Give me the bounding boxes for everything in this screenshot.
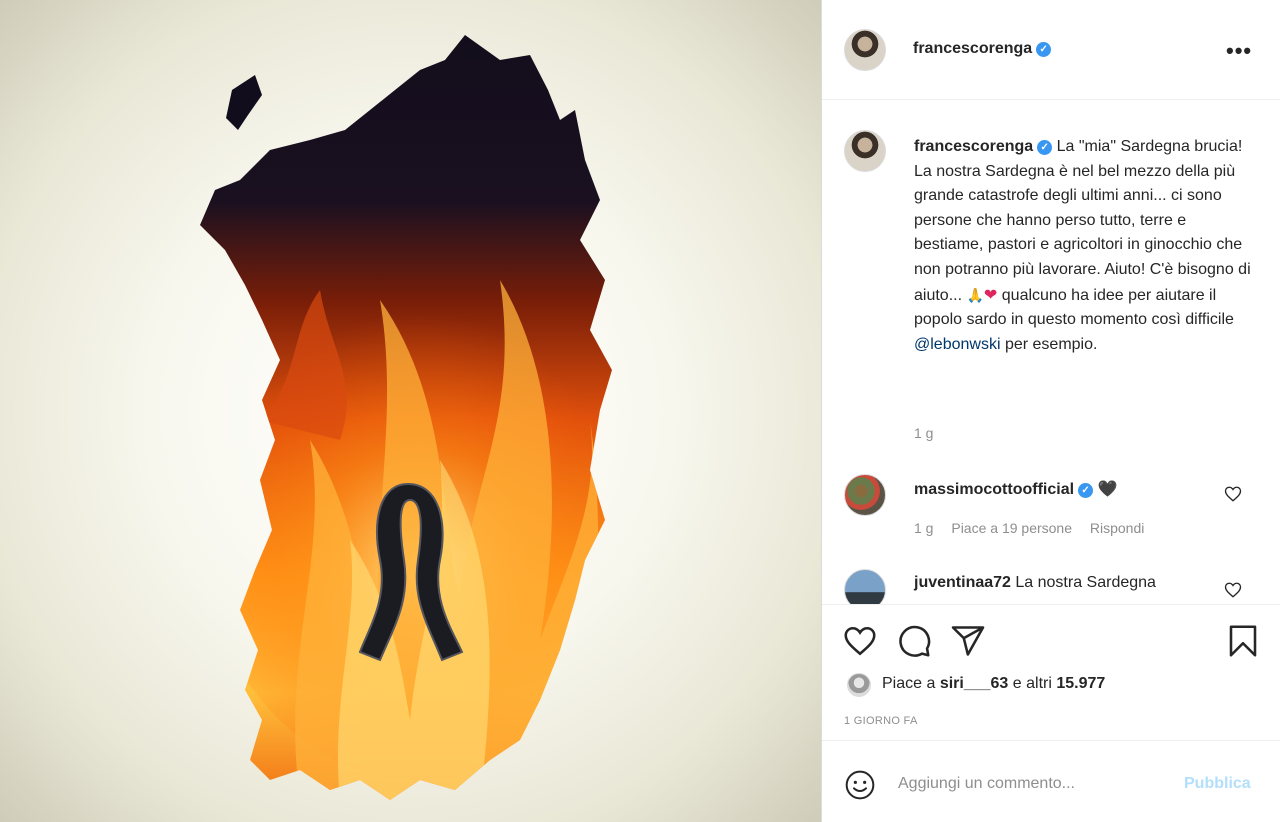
post-header: francescorenga ✓ ••• <box>822 0 1280 100</box>
comment-bubble-icon[interactable] <box>896 623 932 659</box>
comments-area: francescorenga ✓ La "mia" Sardegna brucia… <box>822 101 1280 604</box>
comment-text: 🖤 <box>1097 481 1118 498</box>
red-heart-icon: ❤ <box>983 286 998 304</box>
comment-username[interactable]: massimocottoofficial ✓ <box>914 481 1094 498</box>
post-actions: Piace a siri___63 e altri 15.977 1 GIORN… <box>822 604 1280 740</box>
author-avatar[interactable] <box>844 29 886 71</box>
liker-username: siri___63 <box>939 675 1009 692</box>
like-heart-icon[interactable] <box>842 623 878 659</box>
sardinia-fire-illustration <box>200 35 612 800</box>
caption-text-1: La "mia" Sardegna brucia! La nostra Sard… <box>914 138 1251 304</box>
comment-like-heart-icon[interactable] <box>1224 485 1242 503</box>
emoji-smiley-icon[interactable] <box>844 769 876 801</box>
comment-username[interactable]: juventinaa72 <box>914 574 1011 591</box>
post-sidebar: francescorenga ✓ ••• francescorenga ✓ La "… <box>821 0 1280 822</box>
add-comment-bar: Pubblica <box>822 740 1280 822</box>
commenter-avatar[interactable] <box>844 569 886 604</box>
save-bookmark-icon[interactable] <box>1225 623 1261 659</box>
verified-badge-icon: ✓ <box>1078 483 1094 498</box>
verified-badge-icon: ✓ <box>1037 140 1053 155</box>
comment-like-heart-icon[interactable] <box>1224 581 1242 599</box>
caption-username[interactable]: francescorenga ✓ <box>914 138 1053 155</box>
caption-text-3: per esempio. <box>1000 335 1098 353</box>
publish-button[interactable]: Pubblica <box>1184 775 1251 793</box>
more-options-icon[interactable]: ••• <box>1226 38 1252 64</box>
comment-likes-count[interactable]: Piace a 19 persone <box>951 520 1072 536</box>
author-username[interactable]: francescorenga ✓ <box>913 40 1052 58</box>
likes-summary[interactable]: Piace a siri___63 e altri 15.977 <box>882 675 1105 693</box>
likes-count: 15.977 <box>1056 675 1106 692</box>
comment-meta: 1 g Piace a 19 persone Rispondi <box>914 520 1158 536</box>
comment-item: massimocottoofficial ✓ 🖤 <box>914 479 1117 499</box>
commenter-avatar[interactable] <box>844 474 886 516</box>
liker-avatar[interactable] <box>847 673 871 697</box>
praying-hands-icon: 🙏 <box>966 286 984 303</box>
post-date[interactable]: 1 GIORNO FA <box>844 715 918 727</box>
reply-button[interactable]: Rispondi <box>1090 520 1144 536</box>
caption-time[interactable]: 1 g <box>914 425 933 441</box>
comment-item: juventinaa72 La nostra Sardegna <box>914 574 1156 592</box>
comment-input[interactable] <box>898 769 1178 799</box>
share-paper-plane-icon[interactable] <box>950 623 986 659</box>
comment-time[interactable]: 1 g <box>914 520 933 536</box>
caption-author-avatar[interactable] <box>844 130 886 172</box>
mention-link[interactable]: @lebonwski <box>914 336 1001 353</box>
post-image[interactable] <box>0 0 821 822</box>
caption: francescorenga ✓ La "mia" Sardegna brucia… <box>914 135 1254 357</box>
verified-badge-icon: ✓ <box>1036 42 1052 57</box>
comment-text: La nostra Sardegna <box>1015 574 1156 591</box>
